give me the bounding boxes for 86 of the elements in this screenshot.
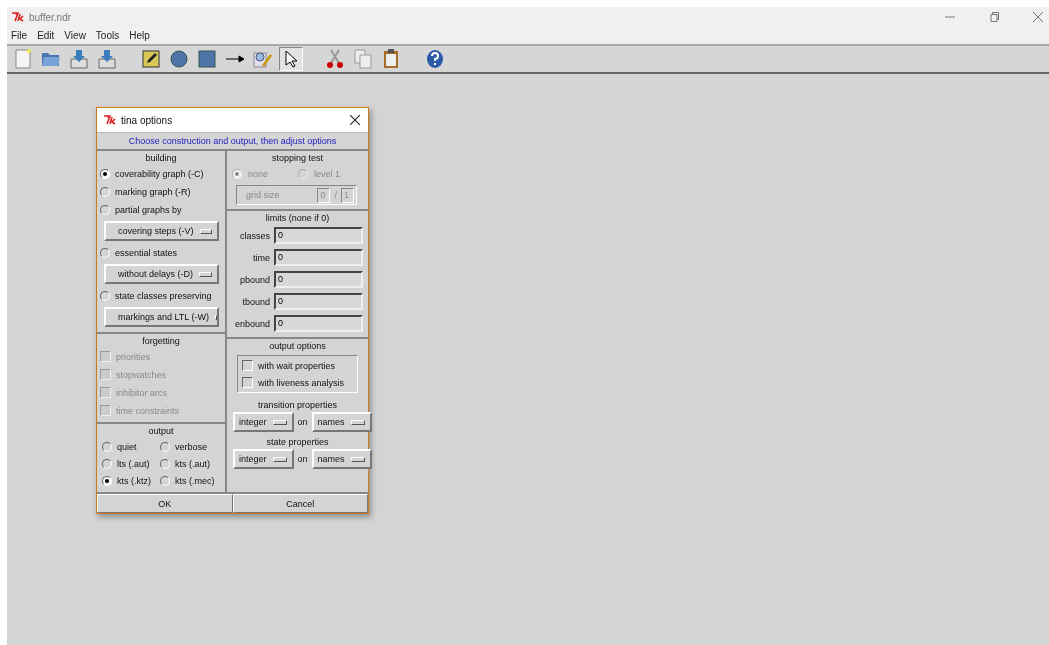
radio-label: partial graphs by (115, 204, 182, 215)
checkbox[interactable] (242, 360, 253, 371)
radio-button[interactable] (100, 186, 110, 197)
section-title: building (145, 153, 177, 163)
dialog-title: tina options (121, 114, 173, 126)
radio-label: level 1 (314, 168, 341, 179)
window-title: buffer.ndr (29, 11, 72, 23)
checkbox-label: with wait properties (258, 360, 336, 371)
checkbox-label: with liveness analysis (258, 377, 345, 388)
pencil-note-icon[interactable] (142, 50, 160, 68)
radio-button[interactable] (100, 204, 110, 215)
section-title: stopping test (271, 153, 323, 163)
radio-button[interactable] (100, 247, 110, 258)
field-label: enbound (233, 318, 270, 329)
scissors-icon[interactable] (326, 49, 344, 69)
section-title: limits (none if 0) (265, 213, 330, 223)
radio-button[interactable] (160, 458, 170, 469)
radio-label: kts (.ktz) (117, 475, 151, 486)
dropdown-button[interactable]: markings and LTL (-W) (104, 307, 219, 327)
radio-button[interactable] (102, 441, 112, 452)
radio-label: kts (.mec) (175, 475, 215, 486)
clipboard-icon[interactable] (383, 49, 399, 69)
menu-item[interactable]: View (64, 30, 86, 41)
tk-logo-icon (103, 115, 117, 125)
radio-button[interactable] (102, 458, 112, 469)
dropdown-button[interactable]: integer (233, 412, 294, 432)
section-title: forgetting (142, 336, 180, 346)
folder-icon[interactable] (41, 50, 61, 68)
on-label: on (297, 417, 308, 427)
radio-label: state classes preserving (115, 290, 212, 301)
field-label: grid size (246, 190, 280, 200)
circle-icon[interactable] (170, 50, 188, 68)
section-title: output (148, 426, 174, 436)
checkbox-label: inhibitor arcs (116, 387, 168, 398)
checkbox-label: stopwatches (116, 369, 167, 380)
field-label: time (252, 252, 270, 263)
input-field[interactable]: 0 (274, 271, 363, 288)
input-field[interactable]: 0 (274, 315, 363, 332)
radio-label: coverability graph (-C) (115, 168, 204, 179)
tk-logo-icon (11, 12, 25, 22)
separator-text: / (334, 190, 337, 200)
dropdown-button[interactable]: names (311, 412, 372, 432)
arrow-icon[interactable] (225, 54, 245, 64)
ok-button[interactable]: OK (97, 494, 233, 513)
restore-icon[interactable] (989, 12, 999, 22)
radio-label: quiet (117, 441, 137, 452)
field-label: tbound (241, 296, 270, 307)
dropdown-button[interactable]: covering steps (-V) (104, 221, 219, 241)
radio-button[interactable] (102, 475, 112, 486)
section-title: output options (269, 341, 326, 351)
radio-label: lts (.aut) (117, 458, 150, 469)
menu-item[interactable]: File (11, 30, 28, 41)
checkbox-label: time constraints (116, 405, 180, 416)
radio-button[interactable] (100, 168, 110, 179)
radio-label: marking graph (-R) (115, 186, 191, 197)
field-label: pbound (238, 274, 270, 285)
cancel-button[interactable]: Cancel (232, 494, 368, 513)
export-icon[interactable] (97, 49, 117, 69)
dropdown-button[interactable]: integer (233, 449, 294, 469)
radio-button[interactable] (160, 441, 170, 452)
input-field[interactable]: 0 (274, 293, 363, 310)
input-field[interactable]: 0 (274, 249, 363, 266)
dropdown-button[interactable]: names (311, 449, 372, 469)
section-title: transition properties (257, 400, 337, 410)
menu-item[interactable]: Tools (95, 30, 120, 41)
close-icon[interactable] (350, 115, 360, 125)
instruction-text: Choose construction and output, then adjust options (97, 133, 368, 151)
magnifier-pencil-icon[interactable] (253, 49, 273, 69)
checkbox[interactable] (242, 377, 253, 388)
radio-label: essential states (115, 247, 178, 258)
radio-label: none (248, 168, 269, 179)
radio-button[interactable] (100, 290, 110, 301)
menu-item[interactable]: Help (129, 30, 150, 41)
radio-label: kts (.aut) (175, 458, 210, 469)
input-field[interactable]: 0 (274, 227, 363, 244)
radio-label: verbose (175, 441, 208, 452)
on-label: on (297, 454, 308, 464)
dropdown-button[interactable]: without delays (-D) (104, 264, 219, 284)
radio-button[interactable] (160, 475, 170, 486)
checkbox-label: priorities (116, 351, 150, 362)
section-title: state properties (266, 437, 329, 447)
pointer-icon[interactable] (284, 50, 298, 68)
help-icon[interactable] (426, 49, 444, 69)
import-icon[interactable] (69, 49, 89, 69)
menu-item[interactable]: Edit (37, 30, 55, 41)
field-label: classes (239, 230, 270, 241)
